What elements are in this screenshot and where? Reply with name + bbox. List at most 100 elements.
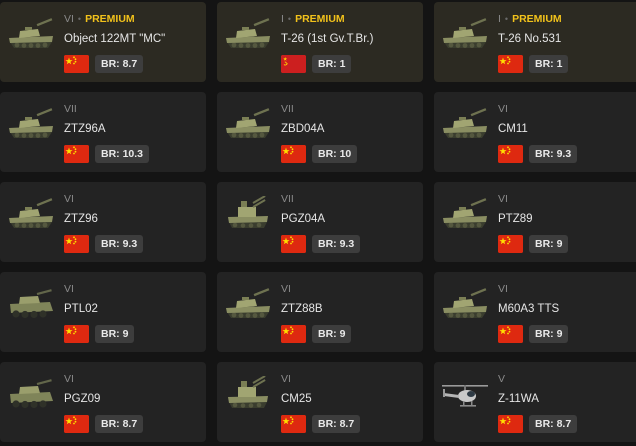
vehicle-name: PTL02 bbox=[64, 303, 98, 315]
vehicle-card[interactable]: VII ZBD04A BR: 10 bbox=[217, 92, 423, 172]
vehicle-name: ZBD04A bbox=[281, 123, 325, 135]
premium-label: PREMIUM bbox=[85, 13, 135, 25]
battle-rating-badge: BR: 10 bbox=[312, 145, 358, 163]
vehicle-tier: VI bbox=[64, 193, 74, 205]
vehicle-tier: V bbox=[498, 373, 506, 385]
vehicle-card[interactable]: VI CM11 BR: 9.3 bbox=[434, 92, 636, 172]
china-flag-icon bbox=[498, 325, 523, 343]
vehicle-tier: VI bbox=[498, 193, 508, 205]
vehicle-name: PGZ04A bbox=[281, 213, 326, 225]
tank-icon bbox=[6, 196, 56, 234]
vehicle-card[interactable]: I • PREMIUM T-26 No.531 BR: 1 bbox=[434, 2, 636, 82]
battle-rating-badge: BR: 9 bbox=[529, 325, 569, 343]
tier-row: VI bbox=[64, 373, 74, 386]
vehicle-tier: VII bbox=[64, 103, 77, 115]
tank-icon bbox=[440, 286, 490, 324]
battle-rating-badge: BR: 9.3 bbox=[529, 145, 578, 163]
vehicle-tier: VI bbox=[64, 283, 74, 295]
china-flag-icon bbox=[498, 55, 523, 73]
tier-row: VI bbox=[498, 283, 508, 296]
premium-label: PREMIUM bbox=[295, 13, 345, 25]
tank-icon bbox=[440, 16, 490, 54]
vehicle-card[interactable]: VI PGZ09 BR: 8.7 bbox=[0, 362, 206, 442]
china-flag-icon bbox=[64, 55, 89, 73]
china-flag-icon bbox=[281, 415, 306, 433]
wheeled-icon bbox=[6, 376, 56, 414]
battle-rating-badge: BR: 9 bbox=[312, 325, 352, 343]
vehicle-tier: I bbox=[498, 13, 501, 25]
spaa-icon bbox=[223, 196, 273, 234]
tier-row: VII bbox=[281, 103, 294, 116]
china-flag-icon bbox=[498, 235, 523, 253]
tier-row: VII bbox=[281, 193, 294, 206]
vehicle-card[interactable]: VI PTL02 BR: 9 bbox=[0, 272, 206, 352]
vehicle-card[interactable]: VI PTZ89 BR: 9 bbox=[434, 182, 636, 262]
vehicle-name: ZTZ96A bbox=[64, 123, 106, 135]
china-flag-icon bbox=[281, 235, 306, 253]
vehicle-name: PTZ89 bbox=[498, 213, 533, 225]
vehicle-card[interactable]: VI • PREMIUM Object 122MT "MC" BR: 8.7 bbox=[0, 2, 206, 82]
tier-row: I • PREMIUM bbox=[281, 13, 345, 26]
vehicle-grid: VI • PREMIUM Object 122MT "MC" BR: 8.7 I • PREM… bbox=[0, 0, 636, 446]
vehicle-tier: VI bbox=[64, 373, 74, 385]
battle-rating-badge: BR: 8.7 bbox=[312, 415, 361, 433]
vehicle-tier: VII bbox=[281, 103, 294, 115]
china-flag-icon bbox=[64, 145, 89, 163]
vehicle-card[interactable]: VI ZTZ96 BR: 9.3 bbox=[0, 182, 206, 262]
vehicle-tier: VI bbox=[281, 373, 291, 385]
china-flag-icon bbox=[281, 325, 306, 343]
tier-row: VI bbox=[64, 193, 74, 206]
china-flag-icon bbox=[498, 145, 523, 163]
tank-icon bbox=[6, 16, 56, 54]
vehicle-card[interactable]: VII PGZ04A BR: 9.3 bbox=[217, 182, 423, 262]
vehicle-name: T-26 No.531 bbox=[498, 33, 562, 45]
battle-rating-badge: BR: 1 bbox=[312, 55, 352, 73]
china-flag-icon bbox=[64, 325, 89, 343]
tier-row: VI bbox=[281, 373, 291, 386]
battle-rating-badge: BR: 8.7 bbox=[95, 415, 144, 433]
vehicle-tier: VI bbox=[498, 283, 508, 295]
separator-dot: • bbox=[504, 14, 509, 24]
spaa-icon bbox=[223, 376, 273, 414]
tank-icon bbox=[223, 106, 273, 144]
vehicle-card[interactable]: V Z-11WA BR: 8.7 bbox=[434, 362, 636, 442]
tank-icon bbox=[223, 16, 273, 54]
battle-rating-badge: BR: 9 bbox=[95, 325, 135, 343]
china-flag-icon bbox=[64, 235, 89, 253]
china-flag-icon bbox=[498, 415, 523, 433]
wheeled-icon bbox=[6, 286, 56, 324]
battle-rating-badge: BR: 8.7 bbox=[529, 415, 578, 433]
vehicle-name: ZTZ96 bbox=[64, 213, 98, 225]
vehicle-tier: I bbox=[281, 13, 284, 25]
battle-rating-badge: BR: 9 bbox=[529, 235, 569, 253]
vehicle-tier: VII bbox=[281, 193, 294, 205]
battle-rating-badge: BR: 1 bbox=[529, 55, 569, 73]
china-flag-icon bbox=[64, 415, 89, 433]
tier-row: V bbox=[498, 373, 505, 386]
vehicle-card[interactable]: VII ZTZ96A BR: 10.3 bbox=[0, 92, 206, 172]
separator-dot: • bbox=[77, 14, 82, 24]
vehicle-tier: VI bbox=[281, 283, 291, 295]
tier-row: I • PREMIUM bbox=[498, 13, 562, 26]
vehicle-card[interactable]: VI CM25 BR: 8.7 bbox=[217, 362, 423, 442]
vehicle-card[interactable]: VI M60A3 TTS BR: 9 bbox=[434, 272, 636, 352]
vehicle-tier: VI bbox=[64, 13, 74, 25]
tier-row: VI bbox=[281, 283, 291, 296]
tank-icon bbox=[440, 196, 490, 234]
vehicle-name: T-26 (1st Gv.T.Br.) bbox=[281, 33, 374, 45]
vehicle-name: PGZ09 bbox=[64, 393, 101, 405]
battle-rating-badge: BR: 10.3 bbox=[95, 145, 150, 163]
battle-rating-badge: BR: 8.7 bbox=[95, 55, 144, 73]
vehicle-card[interactable]: I • PREMIUM T-26 (1st Gv.T.Br.) BR: 1 bbox=[217, 2, 423, 82]
tier-row: VI • PREMIUM bbox=[64, 13, 135, 26]
tank-icon bbox=[6, 106, 56, 144]
vehicle-tier: VI bbox=[498, 103, 508, 115]
tank-icon bbox=[223, 286, 273, 324]
ussr-flag-icon bbox=[281, 55, 306, 73]
separator-dot: • bbox=[287, 14, 292, 24]
tier-row: VI bbox=[498, 103, 508, 116]
vehicle-card[interactable]: VI ZTZ88B BR: 9 bbox=[217, 272, 423, 352]
vehicle-name: CM25 bbox=[281, 393, 312, 405]
vehicle-name: M60A3 TTS bbox=[498, 303, 560, 315]
vehicle-name: CM11 bbox=[498, 123, 528, 135]
